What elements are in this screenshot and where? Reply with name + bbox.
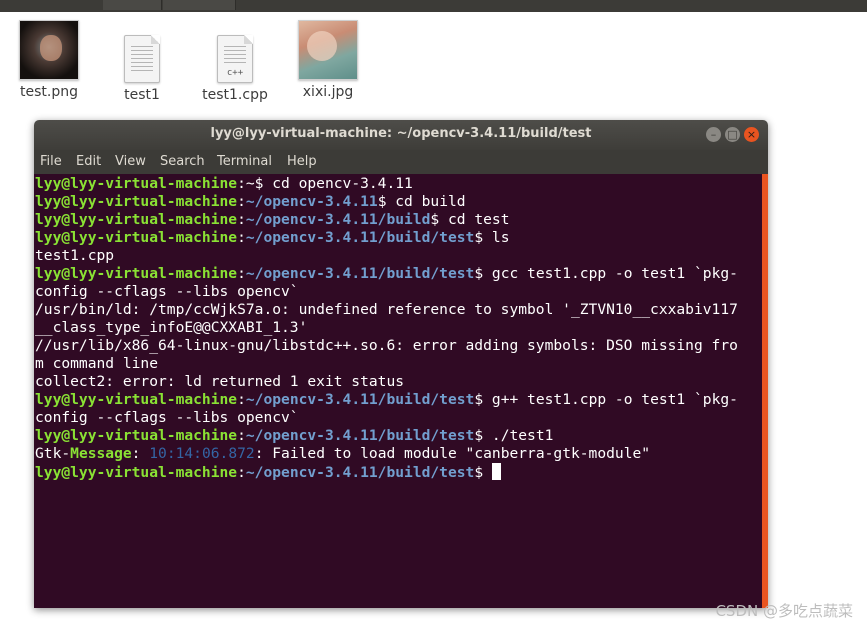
- terminal-text-segment: lyy@lyy-virtual-machine: [35, 427, 238, 444]
- terminal-line: config --cflags --libs opencv`: [35, 283, 299, 301]
- terminal-text-segment: lyy@lyy-virtual-machine: [35, 229, 238, 246]
- terminal-text-segment: $ gcc test1.cpp -o test1 `pkg-: [474, 265, 738, 282]
- terminal-text-segment: $ ./test1: [474, 427, 554, 444]
- file-label: test1: [124, 87, 160, 103]
- terminal-line: config --cflags --libs opencv`: [35, 409, 299, 427]
- file-label: test1.cpp: [202, 87, 268, 103]
- terminal-text-segment: __class_type_infoE@@CXXABI_1.3': [35, 319, 308, 336]
- terminal-text-segment: ~/opencv-3.4.11: [245, 193, 378, 210]
- cpp-source-file-icon: c++: [217, 35, 253, 83]
- terminal-text-segment: :: [237, 464, 246, 481]
- terminal-text-segment: ~/opencv-3.4.11/build/test: [245, 391, 475, 408]
- terminal-text-segment: lyy@lyy-virtual-machine: [35, 175, 238, 192]
- terminal-text-segment: $: [474, 464, 492, 481]
- menu-bar: File Edit View Search Terminal Help: [34, 150, 768, 174]
- terminal-text-segment: $ ls: [474, 229, 510, 246]
- terminal-text-segment: Gtk-: [35, 445, 71, 462]
- terminal-text-segment: ~/opencv-3.4.11/build/test: [245, 229, 475, 246]
- terminal-text-segment: ~/opencv-3.4.11/build/test: [245, 464, 475, 481]
- terminal-text-segment: lyy@lyy-virtual-machine: [35, 211, 238, 228]
- terminal-text-segment: lyy@lyy-virtual-machine: [35, 391, 238, 408]
- terminal-line: lyy@lyy-virtual-machine:~/opencv-3.4.11$…: [35, 193, 466, 211]
- terminal-line: test1.cpp: [35, 247, 114, 265]
- terminal-text-segment: lyy@lyy-virtual-machine: [35, 193, 238, 210]
- terminal-output[interactable]: lyy@lyy-virtual-machine:~$ cd opencv-3.4…: [34, 174, 762, 608]
- terminal-line: //usr/lib/x86_64-linux-gnu/libstdc++.so.…: [35, 337, 738, 355]
- terminal-text-segment: : Failed to load module "canberra-gtk-mo…: [254, 445, 651, 462]
- cpp-badge: c++: [222, 68, 248, 79]
- terminal-text-segment: $ g++ test1.cpp -o test1 `pkg-: [474, 391, 738, 408]
- image-thumbnail-icon: [19, 20, 79, 80]
- scrollbar[interactable]: [762, 174, 768, 608]
- terminal-window[interactable]: lyy@lyy-virtual-machine: ~/opencv-3.4.11…: [34, 120, 768, 608]
- terminal-text-segment: :: [131, 445, 150, 462]
- menu-view[interactable]: View: [115, 154, 146, 169]
- close-button[interactable]: ×: [744, 127, 759, 142]
- terminal-text-segment: ~/opencv-3.4.11/build/test: [245, 265, 475, 282]
- top-panel: [0, 0, 867, 12]
- terminal-text-segment: Message: [70, 445, 132, 462]
- terminal-line: lyy@lyy-virtual-machine:~/opencv-3.4.11/…: [35, 265, 738, 283]
- maximize-button[interactable]: □: [725, 127, 740, 142]
- terminal-line: collect2: error: ld returned 1 exit stat…: [35, 373, 404, 391]
- minimize-button[interactable]: –: [706, 127, 721, 142]
- terminal-line: Gtk-Message: 10:14:06.872: Failed to loa…: [35, 445, 650, 463]
- terminal-text-segment: config --cflags --libs opencv`: [35, 283, 299, 300]
- terminal-line: lyy@lyy-virtual-machine:~/opencv-3.4.11/…: [35, 211, 509, 229]
- file-item-test1[interactable]: test1: [97, 20, 187, 103]
- terminal-text-segment: :: [237, 427, 246, 444]
- terminal-text-segment: $ cd test: [430, 211, 510, 228]
- terminal-text-segment: lyy@lyy-virtual-machine: [35, 265, 238, 282]
- terminal-cursor: [491, 463, 501, 480]
- menu-terminal[interactable]: Terminal: [217, 154, 272, 169]
- text-file-icon: [124, 35, 160, 83]
- terminal-text-segment: $ cd build: [377, 193, 466, 210]
- terminal-line: /usr/bin/ld: /tmp/ccWjkS7a.o: undefined …: [35, 301, 738, 319]
- terminal-line: lyy@lyy-virtual-machine:~/opencv-3.4.11/…: [35, 427, 553, 445]
- terminal-text-segment: :: [237, 193, 246, 210]
- window-title: lyy@lyy-virtual-machine: ~/opencv-3.4.11…: [210, 126, 592, 141]
- terminal-text-segment: 10:14:06.872: [149, 445, 255, 462]
- file-label: test.png: [20, 84, 78, 100]
- watermark: CSDN @多吃点蔬菜: [715, 602, 853, 620]
- menu-help[interactable]: Help: [287, 154, 317, 169]
- terminal-text-segment: test1.cpp: [35, 247, 115, 264]
- terminal-text-segment: :: [237, 211, 246, 228]
- terminal-text-segment: m command line: [35, 355, 159, 372]
- terminal-text-segment: :~$ cd opencv-3.4.11: [237, 175, 413, 192]
- terminal-titlebar[interactable]: lyy@lyy-virtual-machine: ~/opencv-3.4.11…: [34, 120, 768, 150]
- terminal-text-segment: :: [237, 229, 246, 246]
- menu-file[interactable]: File: [40, 154, 62, 169]
- terminal-text-segment: ~/opencv-3.4.11/build: [245, 211, 431, 228]
- file-item-test1-cpp[interactable]: c++ test1.cpp: [190, 20, 280, 103]
- terminal-text-segment: :: [237, 265, 246, 282]
- terminal-text-segment: ~/opencv-3.4.11/build/test: [245, 427, 475, 444]
- terminal-line: lyy@lyy-virtual-machine:~$ cd opencv-3.4…: [35, 175, 413, 193]
- terminal-line: lyy@lyy-virtual-machine:~/opencv-3.4.11/…: [35, 463, 501, 482]
- top-tab[interactable]: [103, 0, 162, 10]
- terminal-text-segment: /usr/bin/ld: /tmp/ccWjkS7a.o: undefined …: [35, 301, 738, 318]
- file-item-xixi-jpg[interactable]: xixi.jpg: [283, 20, 373, 100]
- menu-edit[interactable]: Edit: [76, 154, 101, 169]
- terminal-text-segment: config --cflags --libs opencv`: [35, 409, 299, 426]
- terminal-text-segment: collect2: error: ld returned 1 exit stat…: [35, 373, 405, 390]
- image-thumbnail-icon: [298, 20, 358, 80]
- terminal-line: lyy@lyy-virtual-machine:~/opencv-3.4.11/…: [35, 229, 510, 247]
- terminal-text-segment: :: [237, 391, 246, 408]
- terminal-text-segment: //usr/lib/x86_64-linux-gnu/libstdc++.so.…: [35, 337, 738, 354]
- terminal-line: m command line: [35, 355, 158, 373]
- menu-search[interactable]: Search: [160, 154, 205, 169]
- terminal-line: lyy@lyy-virtual-machine:~/opencv-3.4.11/…: [35, 391, 738, 409]
- terminal-line: __class_type_infoE@@CXXABI_1.3': [35, 319, 307, 337]
- top-tab[interactable]: [163, 0, 236, 10]
- file-item-test-png[interactable]: test.png: [4, 20, 94, 100]
- terminal-text-segment: lyy@lyy-virtual-machine: [35, 464, 238, 481]
- file-label: xixi.jpg: [302, 84, 354, 100]
